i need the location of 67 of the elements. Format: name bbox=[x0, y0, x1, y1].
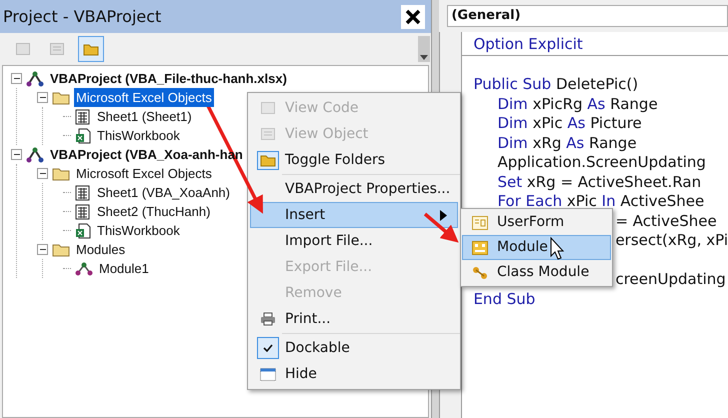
menu-item[interactable]: Print... bbox=[250, 306, 458, 332]
tree-item[interactable]: Modules bbox=[74, 240, 128, 260]
object-dropdown[interactable]: (General) bbox=[447, 5, 728, 27]
tree-item[interactable]: ThisWorkbook bbox=[95, 220, 182, 240]
module-icon bbox=[472, 240, 488, 254]
tree-item[interactable]: Microsoft Excel Objects bbox=[74, 164, 214, 184]
menu-item[interactable]: VBAProject Properties... bbox=[250, 176, 458, 202]
submenu-arrow-icon bbox=[440, 210, 447, 220]
folder-icon bbox=[52, 90, 70, 104]
toolbar-button[interactable] bbox=[78, 36, 104, 62]
close-button[interactable] bbox=[401, 4, 426, 28]
folder-icon bbox=[52, 242, 70, 256]
code-line: Set xRg = ActiveSheet.Ran bbox=[497, 172, 702, 192]
module-icon bbox=[75, 260, 93, 276]
menu-item[interactable]: Hide bbox=[250, 361, 458, 387]
code-line: creenUpdating bbox=[615, 270, 726, 290]
code-line: Application.ScreenUpdating bbox=[497, 153, 706, 172]
view-object-icon bbox=[50, 43, 64, 55]
mouse-pointer-icon bbox=[550, 236, 564, 260]
menu-item[interactable]: Insert bbox=[250, 202, 458, 228]
code-line: For Each xPic In ActiveShee bbox=[497, 192, 704, 212]
printer-icon bbox=[260, 312, 276, 326]
folder-icon bbox=[83, 42, 99, 56]
collapse-toggle[interactable] bbox=[11, 149, 22, 160]
tree-item[interactable]: VBAProject (VBA_File-thuc-hanh.xlsx) bbox=[48, 68, 289, 88]
workbook-icon bbox=[75, 128, 91, 144]
sheet-icon bbox=[75, 204, 91, 220]
close-icon bbox=[405, 8, 422, 24]
folder-icon bbox=[257, 150, 279, 170]
collapse-toggle[interactable] bbox=[37, 244, 48, 255]
tree-item[interactable]: Sheet1 (VBA_XoaAnh) bbox=[95, 182, 232, 202]
menu-item[interactable]: Toggle Folders bbox=[250, 147, 458, 173]
menu-item[interactable]: Import File... bbox=[250, 228, 458, 254]
code-line: Public Sub DeletePic() bbox=[473, 75, 638, 94]
project-icon bbox=[26, 70, 44, 86]
form-window-icon bbox=[261, 128, 275, 140]
tree-item[interactable]: ThisWorkbook bbox=[95, 126, 182, 146]
tree-item[interactable]: Sheet1 (Sheet1) bbox=[95, 106, 194, 126]
menu-item[interactable]: Dockable bbox=[250, 335, 458, 361]
code-line: Dim xPicRg As Range bbox=[497, 94, 658, 114]
collapse-toggle[interactable] bbox=[37, 92, 48, 103]
collapse-toggle[interactable] bbox=[37, 168, 48, 179]
code-line: Option Explicit bbox=[473, 35, 583, 54]
sheet-icon bbox=[75, 108, 91, 124]
annotation-arrow bbox=[424, 212, 459, 243]
folder-icon bbox=[52, 166, 70, 180]
class-module-icon bbox=[472, 266, 488, 280]
window-icon bbox=[260, 368, 276, 380]
tree-item[interactable]: Microsoft Excel Objects bbox=[74, 88, 214, 108]
tree-item[interactable]: Module1 bbox=[97, 258, 151, 278]
collapse-toggle[interactable] bbox=[11, 73, 22, 84]
workbook-icon bbox=[75, 222, 91, 238]
code-line: End Sub bbox=[473, 290, 536, 309]
project-icon bbox=[26, 146, 44, 162]
code-line: Dim xPic As Picture bbox=[497, 114, 642, 134]
code-window-icon bbox=[261, 102, 275, 114]
code-line: = ActiveShee bbox=[615, 212, 717, 231]
code-line: Dim xRg As Range bbox=[497, 134, 637, 153]
menu-item[interactable]: Module bbox=[462, 235, 611, 260]
code-line: ersect(xRg, xPi bbox=[615, 231, 728, 250]
tree-item[interactable]: Sheet2 (ThucHanh) bbox=[95, 202, 212, 222]
view-code-icon bbox=[16, 43, 30, 55]
sheet-icon bbox=[75, 184, 91, 200]
panel-title: Project - VBAProject bbox=[3, 6, 162, 28]
menu-item[interactable]: Class Module bbox=[462, 260, 611, 285]
form-icon bbox=[472, 216, 488, 230]
menu-item[interactable]: UserForm bbox=[462, 210, 611, 235]
